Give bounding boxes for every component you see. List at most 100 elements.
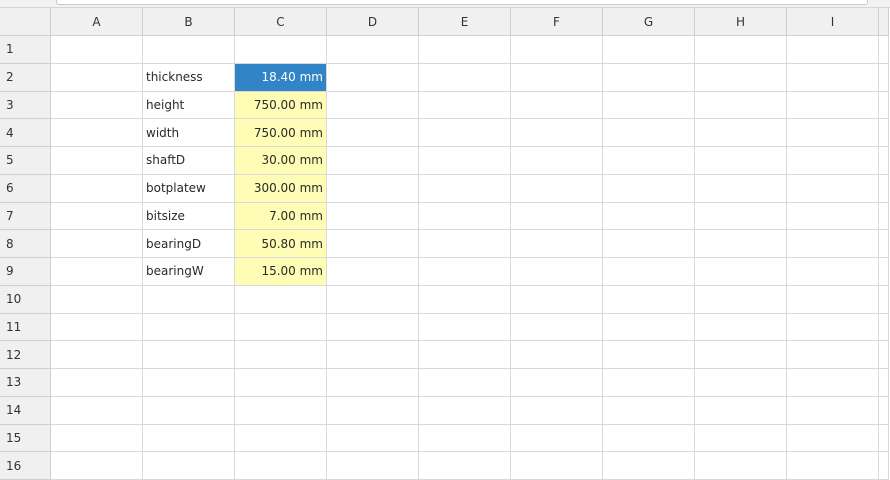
cell-a12[interactable] — [51, 341, 143, 369]
cell-d14[interactable] — [327, 396, 419, 425]
cell-d3[interactable] — [327, 91, 419, 120]
cell-g5[interactable] — [603, 147, 695, 175]
cell-f9[interactable] — [511, 258, 603, 286]
cell-g3[interactable] — [603, 91, 695, 120]
cell-e6[interactable] — [419, 174, 511, 203]
cell-a4[interactable] — [51, 119, 143, 147]
param-name-shaftd[interactable]: shaftD — [143, 147, 235, 175]
cell-j13[interactable] — [879, 369, 889, 397]
cell-e13[interactable] — [419, 369, 511, 397]
select-all-corner[interactable] — [0, 8, 51, 36]
param-name-width[interactable]: width — [143, 119, 235, 147]
cell-j12[interactable] — [879, 341, 889, 369]
cell-h1[interactable] — [695, 36, 787, 64]
column-header-c[interactable]: C — [235, 8, 327, 36]
column-header-b[interactable]: B — [143, 8, 235, 36]
cell-i10[interactable] — [787, 285, 879, 314]
cell-a3[interactable] — [51, 91, 143, 120]
cell-g16[interactable] — [603, 452, 695, 480]
cell-f7[interactable] — [511, 202, 603, 231]
row-header-16[interactable]: 16 — [0, 452, 51, 480]
cell-e15[interactable] — [419, 424, 511, 453]
row-header-4[interactable]: 4 — [0, 119, 51, 147]
row-header-8[interactable]: 8 — [0, 230, 51, 258]
cell-a15[interactable] — [51, 424, 143, 453]
cell-f11[interactable] — [511, 313, 603, 342]
row-header-5[interactable]: 5 — [0, 147, 51, 175]
cell-d7[interactable] — [327, 202, 419, 231]
cell-i7[interactable] — [787, 202, 879, 231]
column-header-i[interactable]: I — [787, 8, 879, 36]
column-header-h[interactable]: H — [695, 8, 787, 36]
cell-a6[interactable] — [51, 174, 143, 203]
cell-g2[interactable] — [603, 63, 695, 92]
cell-j4[interactable] — [879, 119, 889, 147]
cell-f12[interactable] — [511, 341, 603, 369]
cell-h15[interactable] — [695, 424, 787, 453]
row-header-3[interactable]: 3 — [0, 91, 51, 120]
cell-f6[interactable] — [511, 174, 603, 203]
cell-j9[interactable] — [879, 258, 889, 286]
cell-h2[interactable] — [695, 63, 787, 92]
cell-e9[interactable] — [419, 258, 511, 286]
param-name-bitsize[interactable]: bitsize — [143, 202, 235, 231]
cell-j14[interactable] — [879, 396, 889, 425]
param-value-bearingw[interactable]: 15.00 mm — [235, 258, 327, 286]
cell-j5[interactable] — [879, 147, 889, 175]
column-header-a[interactable]: A — [51, 8, 143, 36]
cell-b11[interactable] — [143, 313, 235, 342]
cell-f5[interactable] — [511, 147, 603, 175]
param-name-bearingw[interactable]: bearingW — [143, 258, 235, 286]
cell-i14[interactable] — [787, 396, 879, 425]
cell-e4[interactable] — [419, 119, 511, 147]
cell-b13[interactable] — [143, 369, 235, 397]
cell-i1[interactable] — [787, 36, 879, 64]
param-value-thickness[interactable]: 18.40 mm — [235, 63, 327, 92]
cell-i6[interactable] — [787, 174, 879, 203]
cell-b12[interactable] — [143, 341, 235, 369]
cell-j2[interactable] — [879, 63, 889, 92]
cell-h12[interactable] — [695, 341, 787, 369]
cell-d13[interactable] — [327, 369, 419, 397]
cell-a11[interactable] — [51, 313, 143, 342]
cell-f16[interactable] — [511, 452, 603, 480]
cell-g11[interactable] — [603, 313, 695, 342]
row-header-14[interactable]: 14 — [0, 396, 51, 425]
param-name-thickness[interactable]: thickness — [143, 63, 235, 92]
row-header-13[interactable]: 13 — [0, 369, 51, 397]
cell-e5[interactable] — [419, 147, 511, 175]
cell-g6[interactable] — [603, 174, 695, 203]
cell-a8[interactable] — [51, 230, 143, 258]
cell-e14[interactable] — [419, 396, 511, 425]
row-header-10[interactable]: 10 — [0, 285, 51, 314]
column-header-e[interactable]: E — [419, 8, 511, 36]
cell-b15[interactable] — [143, 424, 235, 453]
cell-e1[interactable] — [419, 36, 511, 64]
cell-h3[interactable] — [695, 91, 787, 120]
cell-e11[interactable] — [419, 313, 511, 342]
cell-f10[interactable] — [511, 285, 603, 314]
cell-f1[interactable] — [511, 36, 603, 64]
cell-j15[interactable] — [879, 424, 889, 453]
cell-h10[interactable] — [695, 285, 787, 314]
cell-e12[interactable] — [419, 341, 511, 369]
cell-h6[interactable] — [695, 174, 787, 203]
cell-h4[interactable] — [695, 119, 787, 147]
row-header-9[interactable]: 9 — [0, 258, 51, 286]
cell-b1[interactable] — [143, 36, 235, 64]
cell-f8[interactable] — [511, 230, 603, 258]
cell-g9[interactable] — [603, 258, 695, 286]
cell-c1[interactable] — [235, 36, 327, 64]
cell-g7[interactable] — [603, 202, 695, 231]
cell-d2[interactable] — [327, 63, 419, 92]
cell-e3[interactable] — [419, 91, 511, 120]
column-header-j[interactable] — [879, 8, 889, 36]
cell-i2[interactable] — [787, 63, 879, 92]
cell-i11[interactable] — [787, 313, 879, 342]
cell-g13[interactable] — [603, 369, 695, 397]
cell-j7[interactable] — [879, 202, 889, 231]
cell-f13[interactable] — [511, 369, 603, 397]
cell-i5[interactable] — [787, 147, 879, 175]
cell-h5[interactable] — [695, 147, 787, 175]
cell-f4[interactable] — [511, 119, 603, 147]
